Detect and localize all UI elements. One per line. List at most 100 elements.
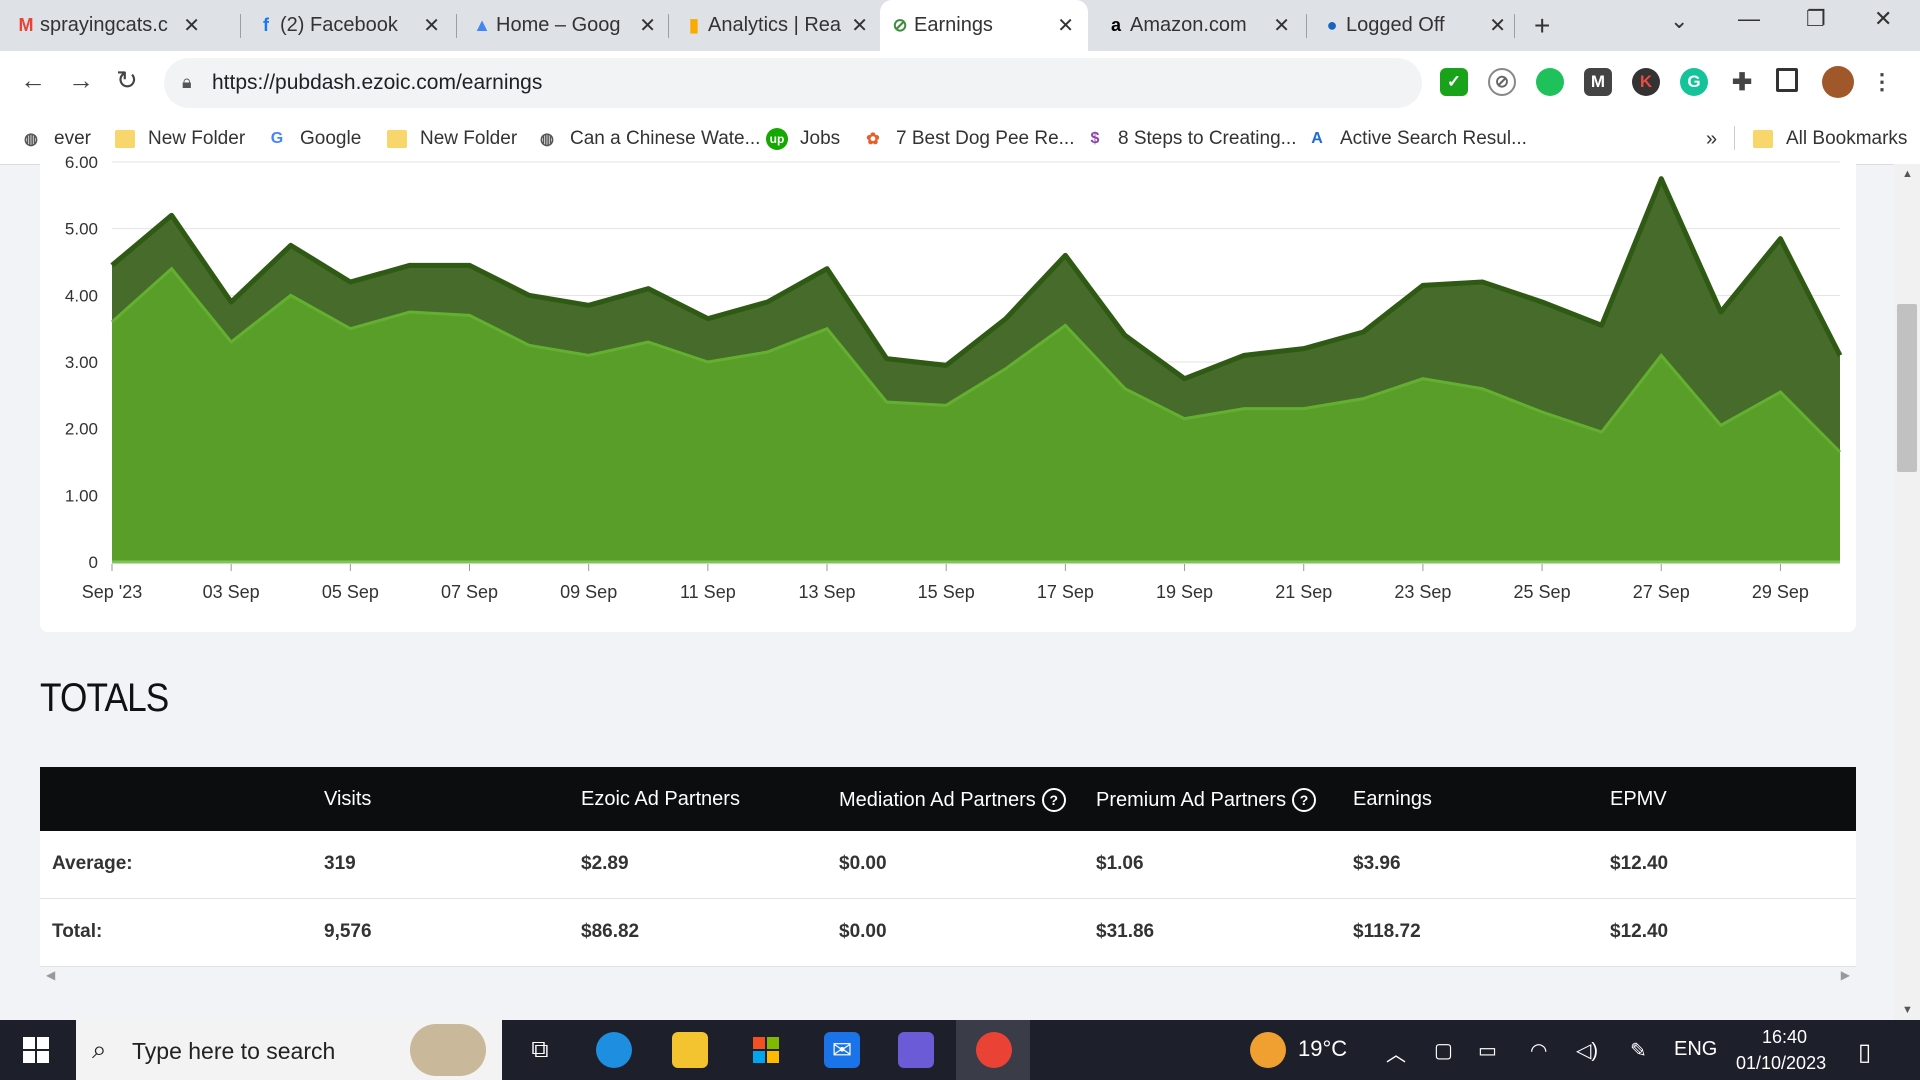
clock-time[interactable]: 16:40 [1762, 1027, 1807, 1048]
close-tab-icon[interactable]: ✕ [1057, 13, 1074, 38]
microsoft-store-icon[interactable] [748, 1032, 784, 1068]
help-icon[interactable]: ? [1292, 788, 1317, 812]
tab-6[interactable]: ● Logged Off ✕ [1312, 0, 1520, 51]
tab-4[interactable]: ⊘ Earnings ✕ [880, 0, 1088, 51]
bookmark-item[interactable]: up Jobs [766, 125, 840, 153]
gmail-icon: M [18, 14, 34, 35]
bookmark-item[interactable]: New Folder [386, 125, 517, 153]
all-bookmarks[interactable]: All Bookmarks [1752, 125, 1907, 153]
restore-button[interactable]: ❐ [1806, 6, 1826, 32]
ezoic-extension-icon[interactable]: ⊘ [1488, 68, 1516, 96]
help-icon[interactable]: ? [1041, 788, 1066, 812]
battery-icon[interactable]: ▭ [1478, 1038, 1497, 1063]
tab-0[interactable]: Msprayingcats.c ✕ [6, 0, 214, 51]
close-tab-icon[interactable]: ✕ [423, 13, 440, 38]
new-tab-button[interactable]: + [1534, 10, 1550, 42]
close-tab-icon[interactable]: ✕ [183, 13, 200, 38]
tab-2[interactable]: ▲ Home – Goog ✕ [462, 0, 670, 51]
mail-icon[interactable]: ✉ [824, 1032, 860, 1068]
notifications-icon[interactable]: ▯ [1858, 1038, 1871, 1067]
language-indicator[interactable]: ENG [1674, 1038, 1717, 1061]
analytics-icon: ▮ [689, 14, 699, 35]
scroll-up-icon[interactable]: ▲ [1902, 168, 1913, 180]
minimize-button[interactable]: — [1738, 6, 1760, 32]
y-tick-label: 2.00 [65, 420, 98, 439]
bookmark-label: 7 Best Dog Pee Re... [896, 128, 1075, 149]
bookmark-label: Can a Chinese Wate... [570, 128, 761, 149]
address-bar[interactable]: 🔒︎ https://pubdash.ezoic.com/earnings [164, 58, 1422, 108]
cell-premium-ad-partners: $1.06 [1096, 853, 1144, 874]
back-icon[interactable]: ← [20, 65, 46, 96]
address-url[interactable]: https://pubdash.ezoic.com/earnings [212, 71, 542, 95]
scrollbar-thumb[interactable] [1897, 304, 1917, 472]
tab-title: Earnings [914, 14, 993, 36]
task-view-icon[interactable]: ⧉ [522, 1032, 558, 1068]
google-ads-icon: ▲ [473, 14, 491, 35]
bookmark-item[interactable]: ◍ ever [20, 125, 91, 153]
totals-table: Visits Ezoic Ad Partners Mediation Ad Pa… [40, 767, 1856, 967]
tab-strip: Msprayingcats.c ✕ f (2) Facebook ✕ ▲ Home – Go… [0, 0, 1920, 51]
globe-icon: ◍ [24, 131, 38, 148]
scroll-right-icon[interactable]: ▶ [1841, 968, 1850, 982]
bookmark-label: New Folder [420, 128, 518, 149]
taskbar-search[interactable]: ⌕ Type here to search [76, 1020, 502, 1080]
weather-icon[interactable] [1250, 1032, 1286, 1068]
close-tab-icon[interactable]: ✕ [1273, 13, 1290, 38]
chrome-taskbar-item[interactable] [956, 1020, 1030, 1080]
bookmark-item[interactable]: ✿ 7 Best Dog Pee Re... [862, 125, 1075, 153]
wifi-icon[interactable]: ◠ [1530, 1038, 1547, 1063]
tab-search-chevron-icon[interactable]: ⌄ [1670, 8, 1688, 34]
x-tick-label: 03 Sep [203, 582, 260, 602]
scroll-left-icon[interactable]: ◀ [46, 968, 55, 982]
file-explorer-icon[interactable] [672, 1032, 708, 1068]
bookmark-item[interactable]: $8 Steps to Creating... [1084, 125, 1297, 153]
k-extension-icon[interactable]: K [1632, 68, 1660, 96]
menu-kebab-icon[interactable]: ⋮ [1868, 68, 1896, 96]
grammarly-icon[interactable]: G [1680, 68, 1708, 96]
vertical-scrollbar[interactable]: ▲ ▼ [1894, 164, 1920, 1020]
tab-3[interactable]: ▮ Analytics | Rea ✕ [674, 0, 882, 51]
pen-icon[interactable]: ✎ [1630, 1038, 1647, 1063]
close-tab-icon[interactable]: ✕ [1489, 13, 1506, 38]
meet-icon[interactable]: ▢ [1434, 1038, 1453, 1063]
extensions-puzzle-icon[interactable]: ✚ [1728, 68, 1756, 96]
side-panel-icon[interactable] [1776, 68, 1798, 92]
edge-icon[interactable] [596, 1032, 632, 1068]
bookmark-item[interactable]: A Active Search Resul... [1306, 125, 1527, 153]
x-tick-label: 05 Sep [322, 582, 379, 602]
header-premium-ad-partners: Premium Ad Partners? [1096, 788, 1317, 812]
y-tick-label: 1.00 [65, 486, 98, 505]
bookmarks-overflow-button[interactable]: » [1706, 125, 1717, 153]
profile-avatar[interactable] [1822, 66, 1854, 98]
forward-icon[interactable]: → [68, 65, 94, 96]
close-tab-icon[interactable]: ✕ [851, 13, 868, 38]
close-window-button[interactable]: ✕ [1874, 6, 1892, 32]
checkbox-extension-icon[interactable]: ✓ [1440, 68, 1468, 96]
volume-icon[interactable]: ◁) [1576, 1038, 1598, 1063]
clock-date[interactable]: 01/10/2023 [1736, 1053, 1826, 1074]
ezoic-icon: ⊘ [892, 14, 908, 35]
bookmark-item[interactable]: G Google [266, 125, 362, 153]
x-tick-label: 27 Sep [1633, 582, 1690, 602]
weather-temperature[interactable]: 19°C [1298, 1036, 1347, 1062]
tab-title: sprayingcats.c [40, 14, 168, 36]
horizontal-scrollbar[interactable]: ◀ ▶ [40, 968, 1856, 986]
y-tick-label: 4.00 [65, 286, 98, 305]
scroll-down-icon[interactable]: ▼ [1902, 1004, 1913, 1016]
m-extension-icon[interactable]: M [1584, 68, 1612, 96]
close-tab-icon[interactable]: ✕ [639, 13, 656, 38]
header-mediation-ad-partners: Mediation Ad Partners? [839, 788, 1066, 812]
cell-earnings: $3.96 [1353, 853, 1401, 874]
y-tick-label: 0 [89, 553, 98, 572]
tab-5[interactable]: a Amazon.com ✕ [1096, 0, 1304, 51]
tray-chevron-icon[interactable]: ︿ [1386, 1038, 1406, 1067]
tab-separator [1306, 14, 1307, 38]
totals-table-header: Visits Ezoic Ad Partners Mediation Ad Pa… [40, 767, 1856, 831]
reload-icon[interactable]: ↻ [116, 65, 138, 96]
green-dot-extension-icon[interactable] [1536, 68, 1564, 96]
copilot-icon[interactable] [898, 1032, 934, 1068]
windows-start-icon[interactable] [18, 1032, 54, 1068]
bookmark-item[interactable]: New Folder [114, 125, 245, 153]
bookmark-item[interactable]: ◍ Can a Chinese Wate... [536, 125, 760, 153]
tab-1[interactable]: f (2) Facebook ✕ [246, 0, 454, 51]
